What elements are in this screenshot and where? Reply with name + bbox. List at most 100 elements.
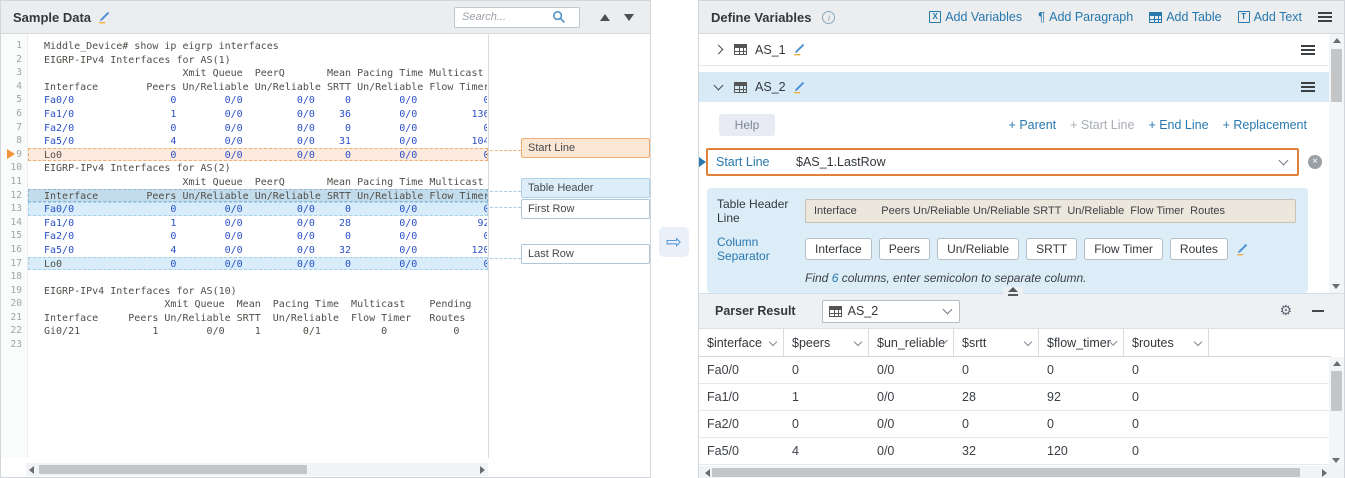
code-line-21[interactable]: 21 Interface Peers Un/Reliable SRTT Un/Re… [1, 311, 488, 325]
column-chip[interactable]: Peers [878, 238, 931, 260]
table-header-label[interactable]: Table Header [521, 178, 650, 198]
code-line-3[interactable]: 3 Xmit Queue PeerQ Mean Pacing Time Mult… [1, 66, 488, 80]
column-chip[interactable]: Un/Reliable [937, 238, 1020, 260]
code-line-8[interactable]: 8 Fa5/0 4 0/0 0/0 31 0/0 104 [1, 134, 488, 148]
code-line-9[interactable]: 9 Lo0 0 0/0 0/0 0 0/0 0 [1, 147, 488, 162]
last-row-label[interactable]: Last Row [521, 244, 650, 264]
result-column-header[interactable]: $flow_timer [1039, 329, 1124, 356]
scrollbar-thumb[interactable] [39, 465, 307, 474]
table-header-line-value[interactable]: Interface Peers Un/Reliable Un/Reliable … [805, 199, 1296, 223]
scroll-up-icon[interactable] [1332, 38, 1341, 43]
start-line-label[interactable]: Start Line [521, 138, 650, 158]
scroll-left-icon[interactable] [29, 465, 34, 474]
variable-row-as2[interactable]: AS_2 [699, 72, 1331, 102]
column-filter-chevron-icon[interactable] [1023, 337, 1033, 346]
edit-as1-icon[interactable] [792, 43, 806, 57]
first-row-label[interactable]: First Row [521, 199, 650, 219]
scroll-right-icon[interactable] [480, 465, 485, 474]
start-line-field-value[interactable]: $AS_1.LastRow [796, 155, 886, 169]
code-line-15[interactable]: 15 Fa2/0 0 0/0 0/0 0 0/0 0 [1, 229, 488, 243]
code-line-22[interactable]: 22 Gi0/21 1 0/0 1 0/1 0 0 [1, 324, 488, 338]
result-vertical-scrollbar[interactable] [1329, 357, 1344, 467]
scrollbar-thumb[interactable] [712, 468, 1300, 477]
result-column-header[interactable]: $un_reliable [869, 329, 954, 356]
collapse-panel-icon[interactable] [1003, 287, 1023, 300]
edit-as2-icon[interactable] [792, 80, 806, 94]
toolbar-label: Add Paragraph [1049, 10, 1134, 24]
edit-sample-data-icon[interactable] [97, 10, 111, 24]
add-variables-button[interactable]: X Add Variables [929, 10, 1022, 24]
code-line-11[interactable]: 11 Xmit Queue PeerQ Mean Pacing Time Mul… [1, 175, 488, 189]
code-line-10[interactable]: 10 EIGRP-IPv4 Interfaces for AS(2) [1, 161, 488, 175]
scrollbar-thumb[interactable] [1331, 49, 1342, 102]
code-line-13[interactable]: 13 Fa0/0 0 0/0 0/0 0 0/0 0 [1, 202, 488, 216]
column-chip[interactable]: SRTT [1026, 238, 1078, 260]
scrollbar-thumb[interactable] [1331, 371, 1342, 411]
code-line-12[interactable]: 12 Interface Peers Un/Reliable Un/Reliabl… [1, 188, 488, 203]
code-line-7[interactable]: 7 Fa2/0 0 0/0 0/0 0 0/0 0 [1, 121, 488, 135]
code-line-14[interactable]: 14 Fa1/0 1 0/0 0/0 28 0/0 92 [1, 216, 488, 230]
code-line-17[interactable]: 17 Lo0 0 0/0 0/0 0 0/0 0 [1, 256, 488, 271]
result-column-header[interactable]: $srtt [954, 329, 1039, 356]
code-line-20[interactable]: 20 Xmit Queue Mean Pacing Time Multicast… [1, 297, 488, 311]
result-column-header[interactable]: $routes [1124, 329, 1209, 356]
dropdown-chevron-icon[interactable] [1278, 155, 1289, 166]
search-prev-button[interactable] [596, 8, 614, 26]
code-line-4[interactable]: 4 Interface Peers Un/Reliable Un/Reliable… [1, 80, 488, 94]
result-row[interactable]: Fa5/0 4 0/0 32 120 0 [699, 438, 1331, 465]
code-line-6[interactable]: 6 Fa1/0 1 0/0 0/0 36 0/0 136 [1, 107, 488, 121]
result-row[interactable]: Fa0/0 0 0/0 0 0 0 [699, 357, 1331, 384]
add-parent-link[interactable]: + Parent [1009, 118, 1057, 132]
chevron-right-icon[interactable] [713, 44, 724, 55]
add-endline-link[interactable]: + End Line [1148, 118, 1208, 132]
as1-menu-icon[interactable] [1301, 44, 1315, 55]
start-line-field[interactable]: Start Line $AS_1.LastRow [706, 148, 1299, 176]
column-chip[interactable]: Interface [805, 238, 872, 260]
help-button[interactable]: Help [719, 114, 775, 136]
search-next-button[interactable] [620, 8, 638, 26]
apply-arrow-button[interactable]: ⇨ [659, 227, 689, 257]
remove-start-line-icon[interactable] [1308, 155, 1322, 169]
add-startline-link[interactable]: + Start Line [1070, 118, 1134, 132]
scroll-down-icon[interactable] [1332, 458, 1340, 463]
scroll-right-icon[interactable] [1322, 469, 1327, 477]
edit-columns-icon[interactable] [1235, 242, 1249, 256]
add-paragraph-button[interactable]: ¶ Add Paragraph [1038, 10, 1133, 24]
column-chip[interactable]: Flow Timer [1084, 238, 1163, 260]
search-box[interactable] [454, 6, 580, 28]
collapse-result-icon[interactable] [1312, 310, 1324, 312]
scroll-left-icon[interactable] [705, 469, 710, 477]
search-input[interactable] [462, 11, 552, 23]
code-line-19[interactable]: 19 EIGRP-IPv4 Interfaces for AS(10) [1, 284, 488, 298]
scroll-up-icon[interactable] [1332, 361, 1341, 366]
column-filter-chevron-icon[interactable] [853, 337, 863, 346]
result-column-header[interactable]: $interface [699, 329, 784, 356]
result-row[interactable]: Fa1/0 1 0/0 28 92 0 [699, 384, 1331, 411]
variables-vertical-scrollbar[interactable] [1329, 34, 1344, 293]
add-text-button[interactable]: T Add Text [1237, 10, 1302, 24]
code-line-18[interactable]: 18 [1, 270, 488, 284]
column-filter-chevron-icon[interactable] [768, 337, 778, 346]
as2-menu-icon[interactable] [1301, 82, 1315, 92]
result-table-dropdown[interactable]: AS_2 [821, 299, 960, 323]
code-line-1[interactable]: 1 Middle_Device# show ip eigrp interfaces [1, 39, 488, 53]
code-line-23[interactable]: 23 [1, 338, 488, 352]
code-line-2[interactable]: 2 EIGRP-IPv4 Interfaces for AS(1) [1, 53, 488, 67]
panel-menu-icon[interactable] [1318, 12, 1332, 22]
result-horizontal-scrollbar[interactable] [699, 466, 1330, 478]
code-editor[interactable]: 1 Middle_Device# show ip eigrp interfaces… [1, 39, 488, 352]
code-line-16[interactable]: 16 Fa5/0 4 0/0 0/0 32 0/0 120 [1, 243, 488, 257]
variable-row-as1[interactable]: AS_1 [699, 34, 1331, 66]
info-icon[interactable] [822, 10, 836, 24]
column-filter-chevron-icon[interactable] [1193, 337, 1203, 346]
column-chip[interactable]: Routes [1169, 238, 1228, 260]
add-table-button[interactable]: Add Table [1149, 10, 1222, 24]
code-horizontal-scrollbar[interactable] [26, 463, 488, 476]
scroll-down-icon[interactable] [1332, 284, 1340, 289]
result-column-header[interactable]: $peers [784, 329, 869, 356]
result-row[interactable]: Fa2/0 0 0/0 0 0 0 [699, 411, 1331, 438]
settings-gear-icon[interactable]: ⚙ [1279, 303, 1292, 319]
code-line-5[interactable]: 5 Fa0/0 0 0/0 0/0 0 0/0 0 [1, 93, 488, 107]
add-replacement-link[interactable]: + Replacement [1223, 118, 1307, 132]
chevron-down-icon[interactable] [713, 80, 724, 91]
